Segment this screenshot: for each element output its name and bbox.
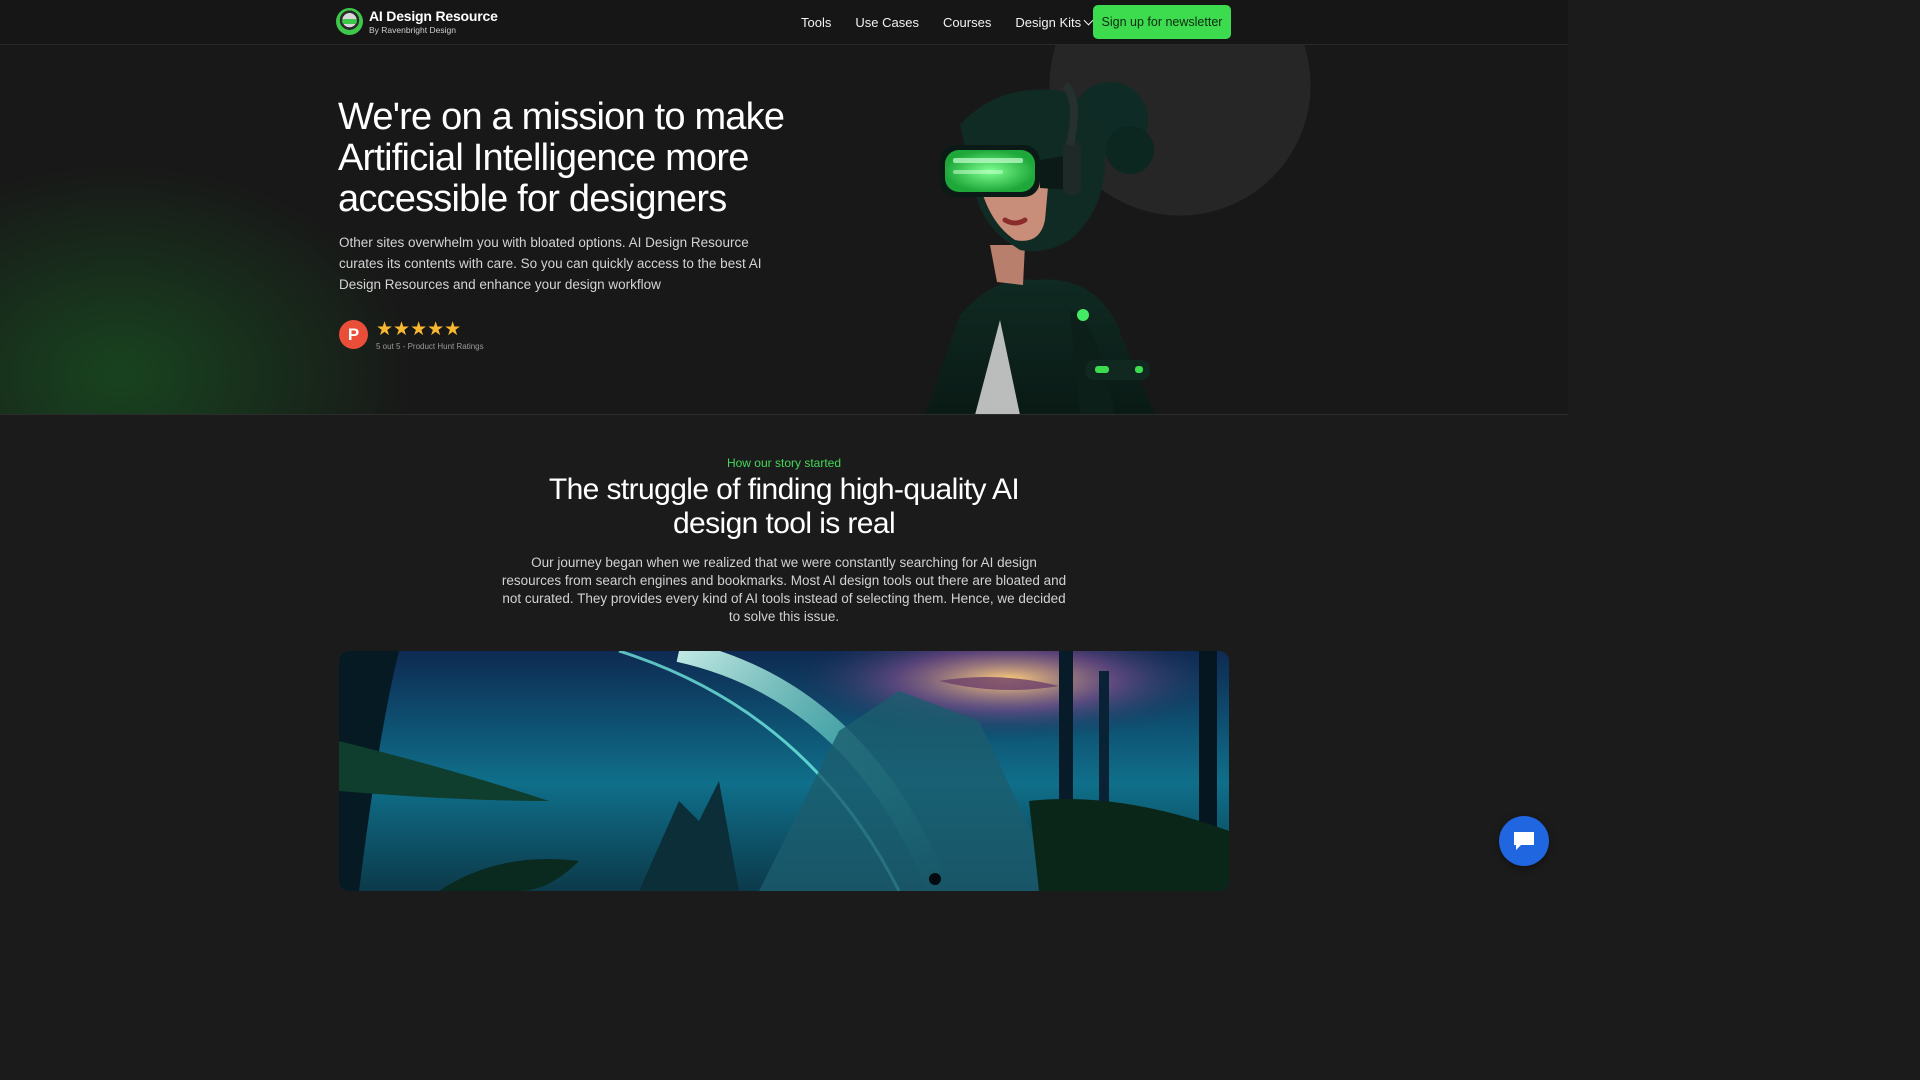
nav-link-design-kits-label: Design Kits [1015,15,1082,30]
nav-link-courses[interactable]: Courses [943,15,991,30]
logo-text: AI Design Resource By Ravenbright Design [369,9,498,35]
top-navigation: AI Design Resource By Ravenbright Design… [0,0,1568,45]
hero-description: Other sites overwhelm you with bloated o… [339,235,762,292]
rating-block: ★★★★★ 5 out 5 - Product Hunt Ratings [376,320,484,351]
fantasy-landscape-image [339,651,1229,891]
story-eyebrow: How our story started [726,456,842,470]
vr-woman-illustration [925,82,1155,414]
product-hunt-rating[interactable]: P ★★★★★ 5 out 5 - Product Hunt Ratings [339,320,484,351]
nav-link-design-kits[interactable]: Design Kits [1015,15,1094,30]
star-icon: ★★★★★ [376,319,462,340]
nav-link-tools[interactable]: Tools [801,15,831,30]
story-title: The struggle of finding high-quality AI … [548,473,1020,540]
nav-links: Tools Use Cases Courses Design Kits [801,0,1094,45]
logo-mark-icon [336,8,363,35]
landscape-illustration [339,651,1229,891]
logo-subtitle: By Ravenbright Design [369,24,456,35]
logo-title: AI Design Resource [369,7,498,24]
hero-section: We're on a mission to make Artificial In… [0,45,1568,415]
site-logo[interactable]: AI Design Resource By Ravenbright Design [336,8,498,35]
chat-icon [1514,832,1534,850]
hero-title: We're on a mission to make Artificial In… [338,96,785,220]
story-description: Our journey began when we realized that … [501,555,1067,624]
newsletter-signup-button[interactable]: Sign up for newsletter [1093,5,1231,39]
rating-label: 5 out 5 - Product Hunt Ratings [376,342,484,351]
nav-link-use-cases[interactable]: Use Cases [855,15,919,30]
chat-support-button[interactable] [1499,816,1549,866]
producthunt-icon: P [339,320,368,349]
